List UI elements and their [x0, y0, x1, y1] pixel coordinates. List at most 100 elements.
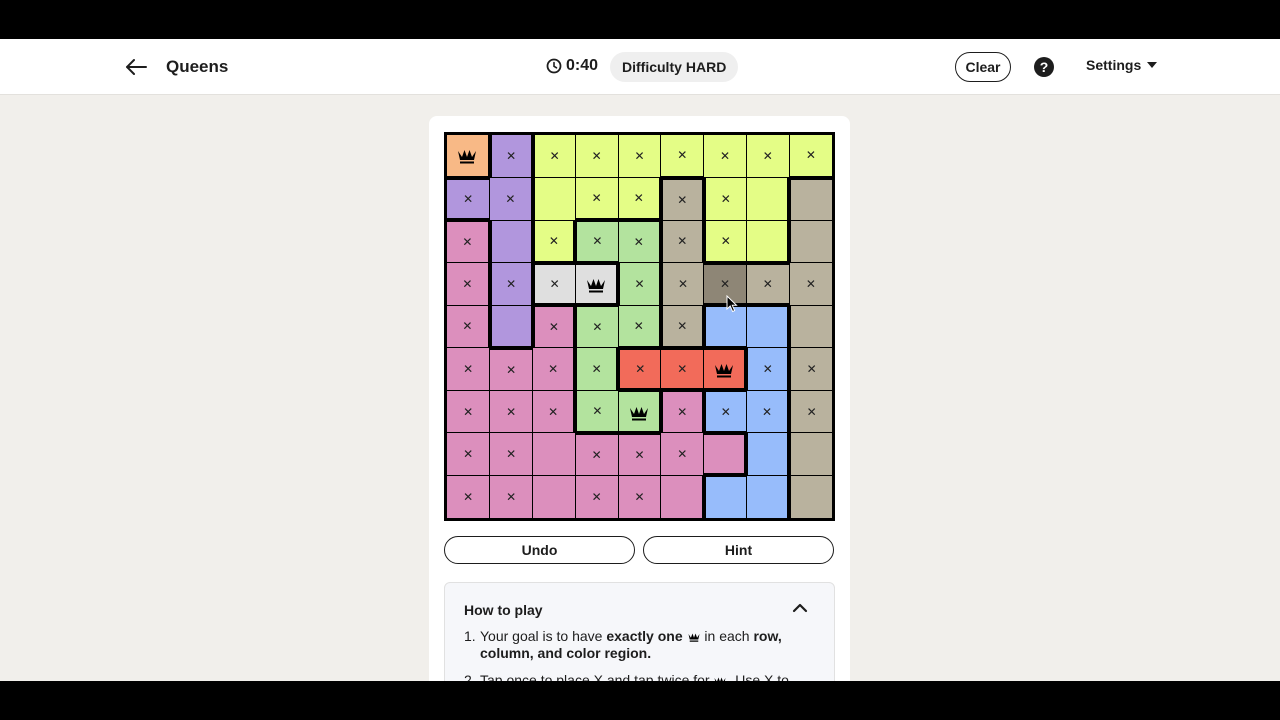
board-cell[interactable]: ✕ — [789, 263, 832, 305]
queen-icon — [628, 403, 650, 421]
hint-button[interactable]: Hint — [643, 536, 834, 564]
board-cell[interactable] — [534, 178, 575, 220]
board-cell[interactable]: ✕ — [534, 264, 575, 304]
x-mark-icon: ✕ — [463, 447, 474, 462]
board-cell[interactable]: ✕ — [491, 263, 531, 305]
board-cell[interactable] — [748, 433, 788, 475]
board-cell[interactable]: ✕ — [490, 178, 531, 220]
board-cell[interactable]: ✕ — [447, 390, 490, 433]
board-cell[interactable]: ✕ — [491, 135, 531, 178]
board-cell[interactable]: ✕ — [618, 135, 661, 178]
board-cell[interactable]: ✕ — [447, 263, 488, 305]
board-cell[interactable]: ✕ — [705, 220, 746, 261]
back-button[interactable] — [120, 53, 152, 81]
board-cell[interactable]: ✕ — [746, 135, 789, 178]
board-cell[interactable]: ✕ — [575, 135, 618, 178]
board-cell[interactable]: ✕ — [447, 475, 490, 518]
board-cell[interactable]: ✕ — [490, 390, 533, 433]
board-cell[interactable]: ✕ — [490, 433, 533, 475]
board-cell[interactable]: ✕ — [575, 475, 618, 518]
board-cell[interactable] — [746, 475, 788, 518]
board-cell[interactable]: ✕ — [618, 222, 659, 263]
board-cell[interactable]: ✕ — [705, 392, 746, 431]
board-cell[interactable]: ✕ — [534, 135, 575, 178]
board-cell[interactable]: ✕ — [746, 264, 789, 304]
board-cell[interactable] — [491, 220, 531, 263]
chevron-up-icon[interactable] — [790, 600, 810, 616]
board-cell[interactable]: ✕ — [577, 222, 618, 261]
board-cell[interactable] — [533, 475, 575, 518]
board-cell[interactable] — [791, 433, 832, 475]
board-cell[interactable]: ✕ — [447, 179, 490, 219]
board-cell[interactable] — [704, 434, 745, 474]
board-cell[interactable] — [746, 178, 788, 220]
board-cell[interactable]: ✕ — [490, 349, 533, 390]
board-cell[interactable]: ✕ — [620, 349, 661, 389]
board-cell[interactable]: ✕ — [705, 178, 746, 220]
board-cell[interactable]: ✕ — [661, 135, 704, 176]
x-mark-icon: ✕ — [462, 319, 473, 334]
board-cell[interactable]: ✕ — [618, 434, 661, 475]
x-mark-icon: ✕ — [592, 403, 603, 418]
x-mark-icon: ✕ — [506, 404, 517, 419]
board-cell[interactable]: ✕ — [662, 220, 702, 263]
board-cell[interactable]: ✕ — [577, 307, 618, 348]
board-cell[interactable]: ✕ — [662, 179, 702, 220]
board-cell[interactable]: ✕ — [533, 348, 574, 390]
board-cell[interactable] — [447, 135, 488, 176]
board-cell[interactable] — [791, 220, 832, 263]
board-cell[interactable] — [533, 433, 575, 475]
board-cell[interactable] — [705, 307, 746, 346]
board-cell[interactable]: ✕ — [661, 349, 704, 389]
help-icon[interactable]: ? — [1034, 57, 1054, 77]
board-cell[interactable]: ✕ — [577, 390, 618, 431]
board-cell[interactable]: ✕ — [789, 135, 832, 176]
board-cell[interactable] — [746, 307, 788, 348]
x-mark-icon: ✕ — [548, 404, 559, 419]
board-cell[interactable]: ✕ — [534, 220, 574, 261]
board-cell[interactable] — [661, 475, 702, 518]
board-cell[interactable]: ✕ — [447, 433, 490, 475]
board-cell[interactable] — [746, 220, 788, 261]
board-cell[interactable]: ✕ — [791, 348, 832, 390]
undo-button[interactable]: Undo — [444, 536, 635, 564]
board-cell[interactable]: ✕ — [618, 178, 659, 219]
board-cell[interactable]: ✕ — [577, 348, 617, 390]
x-mark-icon: ✕ — [762, 404, 773, 419]
board-cell[interactable]: ✕ — [661, 433, 704, 475]
board-cell[interactable] — [704, 349, 745, 389]
board-cell[interactable]: ✕ — [662, 392, 702, 433]
x-mark-icon: ✕ — [677, 148, 688, 163]
settings-button[interactable]: Settings — [1086, 57, 1158, 73]
arrow-left-icon — [126, 59, 147, 75]
board-cell[interactable] — [791, 179, 832, 220]
board-cell[interactable]: ✕ — [618, 305, 659, 346]
board-cell[interactable]: ✕ — [662, 305, 702, 346]
board-cell[interactable]: ✕ — [704, 264, 746, 304]
board-cell[interactable]: ✕ — [447, 348, 490, 390]
how-to-play-title: How to play — [464, 602, 543, 618]
board-cell[interactable] — [575, 264, 617, 304]
board-cell[interactable]: ✕ — [534, 307, 574, 348]
board-cell[interactable]: ✕ — [704, 135, 746, 178]
board-cell[interactable]: ✕ — [447, 222, 488, 263]
board-cell[interactable]: ✕ — [447, 305, 488, 348]
board-cell[interactable] — [791, 475, 832, 518]
board-cell[interactable]: ✕ — [662, 263, 704, 305]
x-mark-icon: ✕ — [634, 149, 645, 164]
board-cell[interactable]: ✕ — [620, 263, 659, 305]
board-cell[interactable] — [491, 305, 531, 346]
board-cell[interactable]: ✕ — [575, 178, 618, 219]
board-cell[interactable] — [618, 392, 659, 431]
board-cell[interactable] — [791, 305, 832, 348]
board-cell[interactable]: ✕ — [618, 475, 661, 518]
board-cell[interactable] — [705, 477, 746, 518]
board-cell[interactable]: ✕ — [533, 390, 574, 433]
board-cell[interactable]: ✕ — [575, 434, 618, 475]
step-text: Your goal is to have exactly one in each… — [480, 628, 804, 662]
board-cell[interactable]: ✕ — [791, 390, 832, 433]
board-cell[interactable]: ✕ — [746, 390, 788, 433]
board-cell[interactable]: ✕ — [490, 475, 533, 518]
clear-button[interactable]: Clear — [955, 52, 1011, 82]
board-cell[interactable]: ✕ — [748, 348, 788, 390]
